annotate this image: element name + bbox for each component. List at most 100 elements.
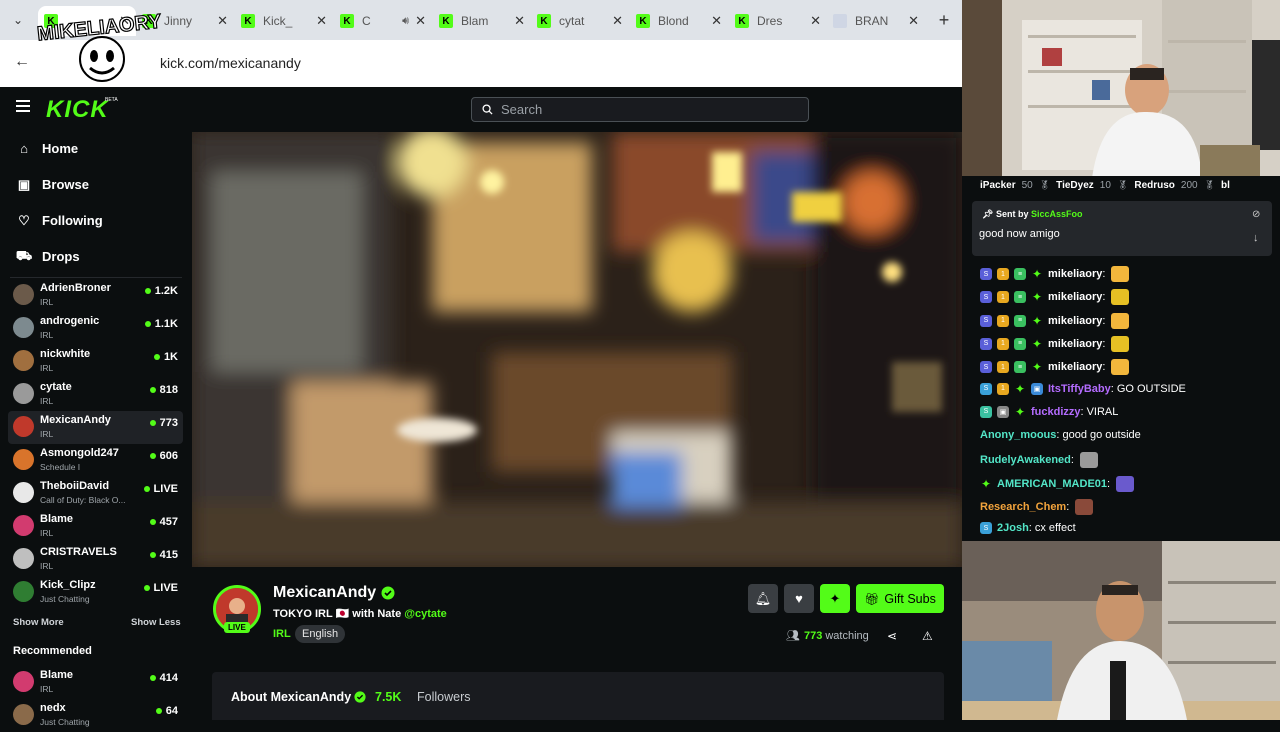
search-placeholder: Search bbox=[501, 102, 543, 117]
sidebar-channel[interactable]: TheboiiDavid Call of Duty: Black O... LIVE bbox=[8, 477, 183, 510]
browser-tab[interactable]: K Dres ✕ bbox=[729, 6, 827, 36]
chat-username[interactable]: Anony_moous bbox=[980, 429, 1056, 441]
chat-username[interactable]: 2Josh bbox=[997, 522, 1029, 534]
chat-badge-icon: S bbox=[980, 314, 992, 327]
subscribe-sparkle-button[interactable]: ✦ bbox=[820, 584, 850, 613]
sidebar-channel[interactable]: Blame IRL 457 bbox=[8, 510, 183, 543]
sidebar-channel[interactable]: AdrienBroner IRL 1.2K bbox=[8, 279, 183, 312]
chat-badge-icon: ▣ bbox=[1031, 382, 1043, 395]
sidebar-channel[interactable]: androgenic IRL 1.1K bbox=[8, 312, 183, 345]
gifter-count: 10 bbox=[1099, 179, 1111, 191]
sidebar-channel[interactable]: nedx Just Chatting 64 bbox=[8, 699, 183, 732]
chat-colon: : bbox=[1070, 454, 1074, 467]
verified-badge-icon bbox=[381, 586, 395, 600]
chat-message: S 1 ≡ ✦ mikeliaory: bbox=[980, 312, 1130, 329]
chat-username[interactable]: mikeliaory bbox=[1048, 338, 1102, 350]
chat-badge-icon: S bbox=[980, 522, 992, 535]
gifter-name[interactable]: bl bbox=[1221, 180, 1230, 191]
channel-category: IRL bbox=[40, 684, 54, 694]
chat-username[interactable]: mikeliaory bbox=[1048, 268, 1102, 280]
language-tag[interactable]: English bbox=[295, 625, 346, 643]
sidebar-channel[interactable]: MexicanAndy IRL 773 bbox=[8, 411, 183, 444]
menu-icon[interactable] bbox=[16, 100, 30, 114]
chat-message: RudelyAwakened: bbox=[980, 452, 1098, 469]
channel-category: IRL bbox=[40, 396, 54, 406]
chat-username[interactable]: ItsTiffyBaby bbox=[1048, 383, 1111, 395]
bell-icon: 🔔︎ bbox=[754, 590, 772, 606]
search-input[interactable]: Search bbox=[471, 97, 809, 122]
tab-title: Blam bbox=[461, 14, 489, 28]
stream-title-text: TOKYO IRL 🇯🇵 with Nate bbox=[273, 608, 402, 620]
browser-tab[interactable]: K Blam ✕ bbox=[433, 6, 531, 36]
sidebar-channel[interactable]: CRISTRAVELS IRL 415 bbox=[8, 543, 183, 576]
browser-tab[interactable]: Kcytat ✕ bbox=[531, 6, 629, 36]
gifter-count: 200 bbox=[1180, 179, 1198, 191]
sidebar-channel[interactable]: Kick_Clipz Just Chatting LIVE bbox=[8, 576, 183, 609]
sidebar-channel[interactable]: nickwhite IRL 1K bbox=[8, 345, 183, 378]
channel-viewers: 415 bbox=[149, 549, 178, 561]
share-icon[interactable]: ⋖ bbox=[887, 629, 897, 643]
hide-pinned-icon[interactable]: ⊘ bbox=[1252, 209, 1260, 220]
video-player[interactable] bbox=[192, 132, 962, 567]
gifter-name[interactable]: TieDyez bbox=[1056, 180, 1094, 191]
tab-close-icon[interactable]: ✕ bbox=[711, 13, 722, 29]
chat-username[interactable]: mikeliaory bbox=[1048, 361, 1102, 373]
sidebar-channel[interactable]: Asmongold247 Schedule I 606 bbox=[8, 444, 183, 477]
sidebar-nav-home[interactable]: ⌂ Home bbox=[17, 141, 78, 156]
sidebar-nav-browse[interactable]: ▣ Browse bbox=[17, 177, 89, 193]
tab-close-icon[interactable]: ✕ bbox=[908, 13, 919, 29]
about-verified-icon bbox=[354, 691, 366, 703]
new-tab-button[interactable]: + bbox=[934, 10, 954, 30]
webcam-top bbox=[962, 0, 1280, 178]
show-more-link[interactable]: Show More bbox=[13, 617, 64, 628]
chat-username[interactable]: fuckdizzy bbox=[1031, 406, 1081, 418]
chat-colon: : bbox=[1110, 382, 1114, 395]
kick-logo[interactable]: KICK bbox=[46, 96, 109, 124]
tab-close-icon[interactable]: ✕ bbox=[514, 13, 525, 29]
tab-search-chevron-icon[interactable]: ⌄ bbox=[8, 10, 28, 30]
gifter-name[interactable]: Redruso bbox=[1134, 180, 1175, 191]
notification-bell-button[interactable]: 🔔︎ bbox=[748, 584, 778, 613]
browser-tab[interactable]: K C 🔊︎ ✕ bbox=[334, 6, 432, 36]
gifter-name[interactable]: iPacker bbox=[980, 180, 1016, 191]
back-arrow-icon[interactable]: ← bbox=[14, 53, 30, 71]
url-field[interactable]: kick.com/mexicanandy bbox=[160, 55, 301, 71]
category-link[interactable]: IRL bbox=[273, 628, 291, 640]
pinned-sender[interactable]: SiccAssFoo bbox=[1031, 209, 1083, 219]
channel-category: IRL bbox=[40, 297, 54, 307]
chat-username[interactable]: AMERICAN_MADE01 bbox=[997, 478, 1107, 490]
chat-username[interactable]: mikeliaory bbox=[1048, 315, 1102, 327]
tab-audio-icon[interactable]: 🔊︎ bbox=[402, 15, 409, 28]
sidebar-channel[interactable]: Blame IRL 414 bbox=[8, 666, 183, 699]
tab-close-icon[interactable]: ✕ bbox=[316, 13, 327, 29]
follow-button[interactable]: ♥ bbox=[784, 584, 814, 613]
chat-message: S 1 ≡ ✦ mikeliaory: bbox=[980, 266, 1130, 282]
stream-title-mention[interactable]: @cytate bbox=[404, 608, 447, 620]
sidebar-nav-drops[interactable]: ⛟ Drops bbox=[16, 248, 80, 265]
beta-label: BETA bbox=[105, 97, 118, 103]
tab-close-icon[interactable]: ✕ bbox=[612, 13, 623, 29]
chat-colon: : bbox=[1107, 477, 1111, 490]
browser-tab[interactable]: K Kick_ ✕ bbox=[235, 6, 333, 36]
chat-emote-icon bbox=[1075, 499, 1094, 515]
channel-avatar bbox=[13, 671, 34, 692]
gift-subs-button[interactable]: 🎁︎ Gift Subs bbox=[856, 584, 944, 613]
tab-close-icon[interactable]: ✕ bbox=[415, 13, 426, 29]
browser-tab[interactable]: BRAN ✕ bbox=[827, 6, 925, 36]
expand-pinned-chevron-icon[interactable]: ↓ bbox=[1253, 232, 1259, 244]
report-icon[interactable]: ⚠︎ bbox=[922, 629, 933, 643]
tab-close-icon[interactable]: ✕ bbox=[217, 13, 228, 29]
chat-username[interactable]: Research_Chem bbox=[980, 501, 1066, 513]
tab-close-icon[interactable]: ✕ bbox=[810, 13, 821, 29]
browser-tab[interactable]: K Blond ✕ bbox=[630, 6, 728, 36]
channel-viewers: 773 bbox=[149, 417, 178, 429]
show-less-link[interactable]: Show Less bbox=[131, 617, 181, 628]
channel-name: cytate bbox=[40, 381, 72, 393]
chat-username[interactable]: RudelyAwakened bbox=[980, 454, 1071, 466]
chat-username[interactable]: mikeliaory bbox=[1048, 291, 1102, 303]
sidebar-channel[interactable]: cytate IRL 818 bbox=[8, 378, 183, 411]
channel-viewer-count: 1.2K bbox=[154, 285, 178, 297]
sidebar-nav-following[interactable]: ♡ Following bbox=[17, 213, 102, 229]
chat-message: S 1 ≡ ✦ mikeliaory: bbox=[980, 335, 1130, 352]
chat-badge-icon: 1 bbox=[997, 291, 1009, 304]
